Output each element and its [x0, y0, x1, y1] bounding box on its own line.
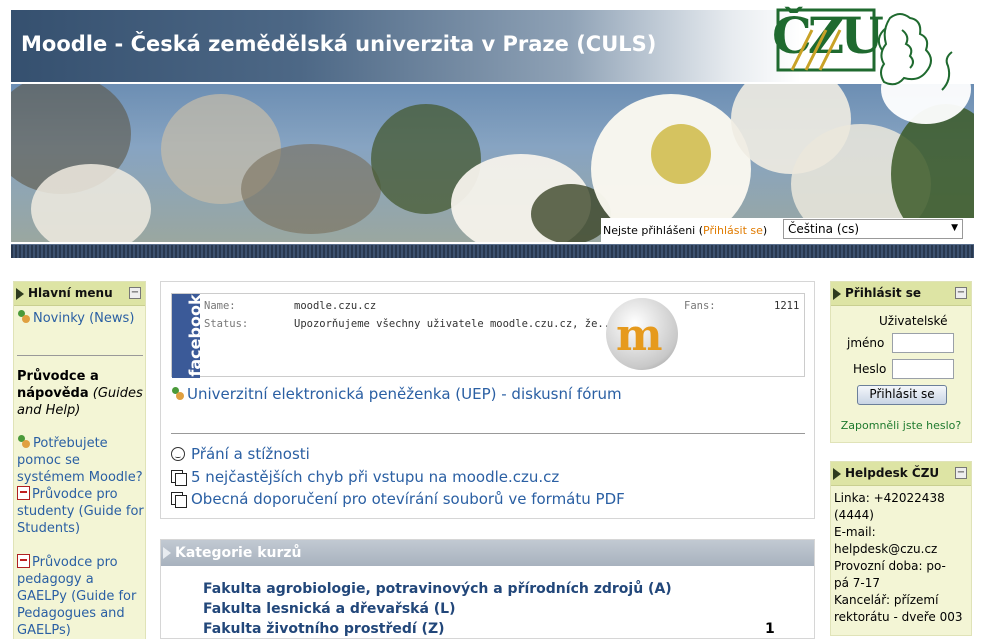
block-arrow-icon: [16, 288, 24, 300]
category-link[interactable]: Fakulta životního prostředí (Z): [203, 621, 445, 637]
helpdesk-title: Helpdesk ČZU: [845, 466, 940, 480]
divider: [17, 355, 143, 356]
language-select[interactable]: Čeština (cs) ▼: [783, 219, 963, 239]
fb-name-value[interactable]: moodle.czu.cz: [294, 300, 376, 312]
category-course-count: 1: [765, 621, 775, 637]
forgot-password-link[interactable]: Zapomněli jste heslo?: [841, 419, 962, 432]
login-info-prefix: Nejste přihlášeni (: [603, 224, 704, 237]
feedback-icon: [171, 447, 185, 461]
news-item[interactable]: Novinky (News): [17, 310, 134, 326]
pdf-icon: [17, 554, 30, 568]
fb-fans-value: 1211: [774, 300, 800, 312]
pedagogue-guide-item[interactable]: Průvodce pro pedagogy a GAELPy (Guide fo…: [17, 554, 145, 639]
course-categories-block: Kategorie kurzů Fakulta agrobiologie, po…: [160, 539, 815, 639]
helpdesk-email[interactable]: helpdesk@czu.cz: [834, 541, 962, 558]
block-arrow-icon: [163, 547, 171, 559]
page-icon: [171, 492, 187, 508]
login-block: Přihlásit se − Uživatelské jméno Heslo P…: [830, 281, 972, 443]
page: Moodle - Česká zemědělská univerzita v P…: [0, 0, 987, 639]
main-content-box: facebook Name: moodle.czu.cz Status: Upo…: [160, 281, 815, 519]
navigation-bar: [11, 244, 974, 258]
wishes-link[interactable]: Přání a stížnosti: [191, 445, 310, 463]
czu-lion-emblem-icon: [776, 8, 953, 91]
fb-status-value[interactable]: Upozorňujeme všechny uživatele moodle.cz…: [294, 318, 616, 330]
forum-icon: [171, 387, 185, 401]
login-block-header: Přihlásit se −: [831, 282, 971, 306]
fb-status-label: Status:: [204, 318, 249, 330]
main-menu-header: Hlavní menu −: [14, 282, 145, 306]
block-arrow-icon: [833, 288, 841, 300]
header-banner: Nejste přihlášeni (Přihlásit se) Čeština…: [11, 84, 974, 242]
student-guide-link[interactable]: Průvodce pro studenty (Guide for Student…: [17, 487, 144, 536]
uep-forum-item[interactable]: Univerzitní elektronická peněženka (UEP)…: [171, 385, 622, 403]
password-field[interactable]: [892, 359, 954, 379]
helpdesk-line: Linka: +42022438: [834, 491, 945, 505]
helpdesk-line: (4444): [834, 508, 874, 522]
language-select-value: Čeština (cs): [788, 222, 860, 236]
pedagogue-guide-link[interactable]: Průvodce pro pedagogy a GAELPy (Guide fo…: [17, 555, 136, 638]
divider: [171, 433, 805, 434]
password-label: Heslo: [853, 362, 887, 376]
minimize-icon[interactable]: −: [955, 287, 967, 299]
login-info: Nejste přihlášeni (Přihlásit se): [603, 224, 767, 237]
category-link[interactable]: Fakulta lesnická a dřevařská (L): [203, 601, 456, 617]
minimize-icon[interactable]: −: [129, 287, 141, 299]
page-icon: [171, 470, 187, 486]
forgot-password-item[interactable]: Zapomněli jste heslo?: [831, 419, 971, 432]
pdf-icon: [17, 486, 30, 500]
login-link[interactable]: Přihlásit se: [703, 224, 763, 237]
helpdesk-line: E-mail:: [834, 525, 876, 539]
uep-forum-link[interactable]: Univerzitní elektronická peněženka (UEP)…: [187, 385, 622, 403]
wishes-item[interactable]: Přání a stížnosti: [171, 445, 310, 463]
forum-icon: [17, 435, 31, 449]
main-menu-block: Hlavní menu − Novinky (News) Průvodce a …: [13, 281, 146, 639]
username-field[interactable]: [892, 333, 954, 353]
errors-item[interactable]: 5 nejčastějších chyb při vstupu na moodl…: [171, 468, 559, 486]
errors-link[interactable]: 5 nejčastějších chyb při vstupu na moodl…: [191, 468, 559, 486]
minimize-icon[interactable]: −: [955, 467, 967, 479]
guide-heading-cs: Průvodce a nápověda: [17, 369, 99, 401]
course-categories-title: Kategorie kurzů: [175, 545, 302, 561]
login-info-suffix: ): [762, 224, 768, 237]
username-label-2: jméno: [847, 336, 885, 350]
chevron-down-icon: ▼: [951, 223, 958, 233]
login-submit-button[interactable]: Přihlásit se: [857, 385, 947, 405]
forum-icon: [17, 310, 31, 324]
facebook-widget[interactable]: facebook Name: moodle.czu.cz Status: Upo…: [171, 293, 805, 378]
login-block-title: Přihlásit se: [845, 286, 922, 300]
helpdesk-line: pá 7-17: [834, 576, 881, 590]
helpdesk-header: Helpdesk ČZU −: [831, 462, 971, 486]
course-categories-header: Kategorie kurzů: [161, 540, 814, 566]
moodle-logo-icon[interactable]: m: [606, 298, 678, 370]
block-arrow-icon: [833, 468, 841, 480]
helpdesk-line: Kancelář: přízemí: [834, 593, 939, 607]
facebook-brand: facebook: [185, 294, 205, 377]
news-link[interactable]: Novinky (News): [33, 311, 134, 326]
helpdesk-block: Helpdesk ČZU − Linka: +42022438 (4444) E…: [830, 461, 972, 636]
helpdesk-contact: Linka: +42022438 (4444) E-mail: helpdesk…: [834, 490, 962, 626]
help-item[interactable]: Potřebujete pomoc se systémem Moodle?: [17, 435, 145, 486]
site-title[interactable]: Moodle - Česká zemědělská univerzita v P…: [21, 32, 656, 56]
main-menu-title: Hlavní menu: [28, 286, 113, 300]
fb-name-label: Name:: [204, 300, 236, 312]
guide-heading: Průvodce a nápověda (Guides and Help): [17, 368, 143, 419]
username-label-1: Uživatelské: [879, 314, 948, 328]
category-link[interactable]: Fakulta agrobiologie, potravinových a př…: [203, 581, 672, 597]
login-language-strip: Nejste přihlášeni (Přihlásit se) Čeština…: [601, 218, 974, 242]
helpdesk-line: rektorátu - dveře 003: [834, 610, 963, 624]
student-guide-item[interactable]: Průvodce pro studenty (Guide for Student…: [17, 486, 145, 537]
pdf-advice-item[interactable]: Obecná doporučení pro otevírání souborů …: [171, 490, 625, 508]
helpdesk-line: Provozní doba: po-: [834, 559, 946, 573]
fb-fans-label: Fans:: [684, 300, 716, 312]
help-link[interactable]: Potřebujete pomoc se systémem Moodle?: [17, 436, 143, 485]
czu-logo[interactable]: ČZU: [772, 0, 962, 100]
pdf-advice-link[interactable]: Obecná doporučení pro otevírání souborů …: [191, 490, 625, 508]
facebook-brand-bar: facebook: [172, 294, 205, 378]
